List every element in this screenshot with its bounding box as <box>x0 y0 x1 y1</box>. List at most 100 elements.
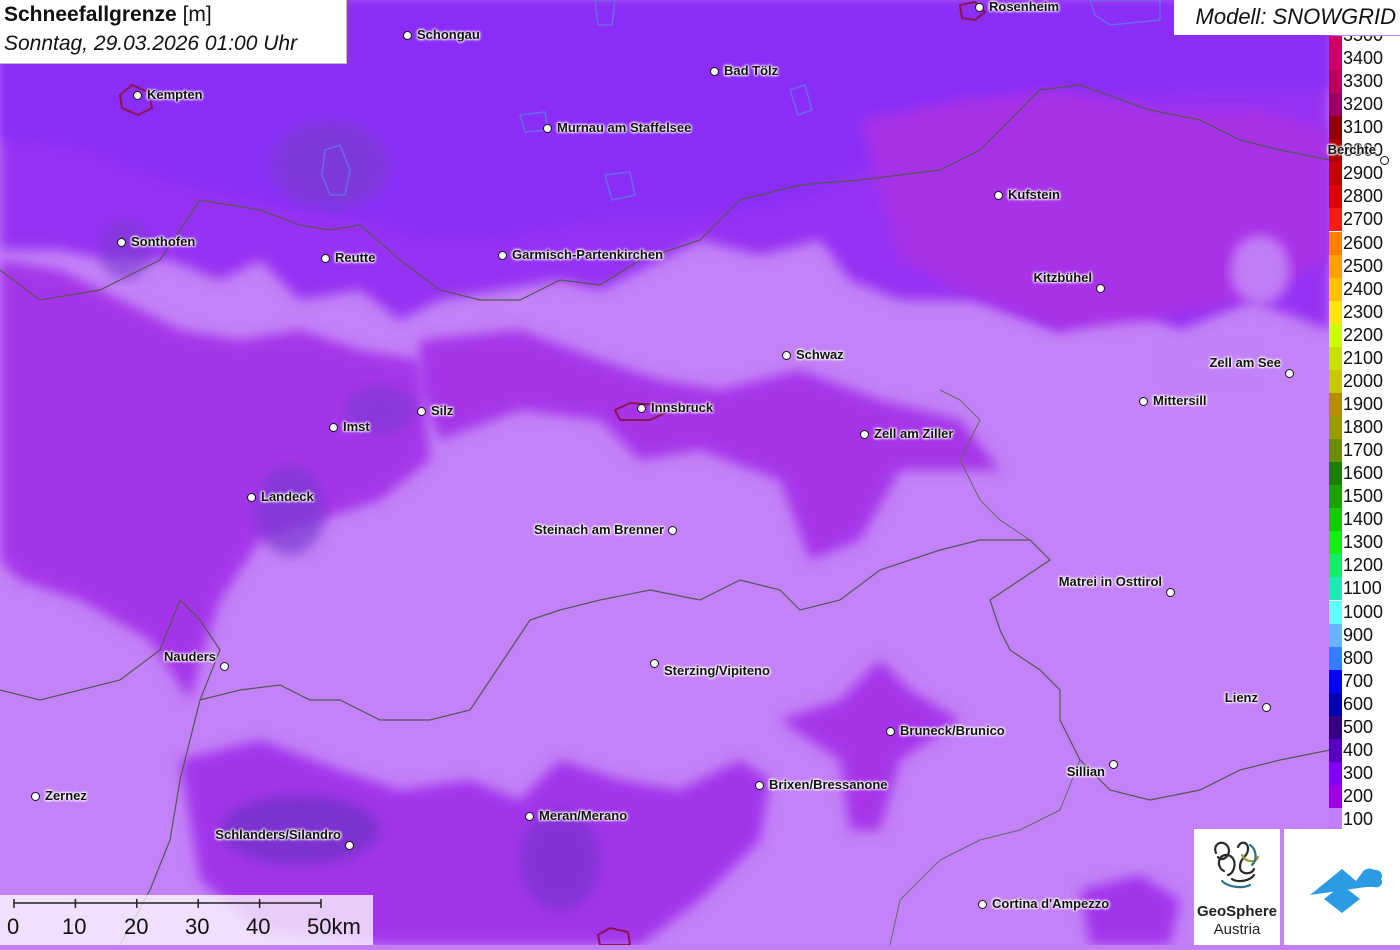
city-marker-cortina-d-ampezzo[interactable] <box>978 900 987 909</box>
city-marker-lienz[interactable] <box>1262 703 1271 712</box>
snowgrid-logo[interactable] <box>1284 829 1400 945</box>
city-marker-schongau[interactable] <box>403 31 412 40</box>
legend-label: 1800 <box>1343 417 1384 438</box>
city-marker-rosenheim[interactable] <box>975 3 984 12</box>
model-label: Modell: SNOWGRID <box>1195 4 1396 29</box>
city-marker-kitzb-hel[interactable] <box>1096 284 1105 293</box>
legend-row-2300: 2300 <box>1329 300 1400 324</box>
city-marker-silz[interactable] <box>417 407 426 416</box>
city-label-kitzb-hel: Kitzbühel <box>1033 270 1093 285</box>
dark-patch-ammer <box>270 120 390 210</box>
city-marker-meran-merano[interactable] <box>525 812 534 821</box>
legend-row-1000: 1000 <box>1329 600 1400 624</box>
legend-row-500: 500 <box>1329 715 1400 739</box>
city-marker-innsbruck[interactable] <box>637 404 646 413</box>
legend-row-1700: 1700 <box>1329 439 1400 463</box>
city-label-matrei-in-osttirol: Matrei in Osttirol <box>1058 574 1162 589</box>
legend-label: 1200 <box>1343 555 1384 576</box>
geosphere-country: Austria <box>1213 921 1261 938</box>
city-marker-kufstein[interactable] <box>994 191 1003 200</box>
legend-label: 3400 <box>1343 48 1384 69</box>
legend-swatch <box>1329 692 1342 716</box>
legend-label: 1100 <box>1343 578 1382 599</box>
legend-swatch <box>1329 808 1342 831</box>
map-title: Schneefallgrenze [m] <box>4 3 212 27</box>
geosphere-swirl-icon <box>1214 841 1260 889</box>
legend-label: 400 <box>1343 739 1374 760</box>
legend-swatch <box>1329 369 1342 393</box>
city-label-cortina-d-ampezzo: Cortina d'Ampezzo <box>992 896 1110 911</box>
city-label-silz: Silz <box>431 403 454 418</box>
legend-label: 1000 <box>1343 601 1384 622</box>
legend-label: 600 <box>1343 693 1374 714</box>
city-label-nauders: Nauders <box>163 649 216 664</box>
model-label-box: Modell: SNOWGRID <box>1174 0 1400 35</box>
city-marker-sillian[interactable] <box>1109 760 1118 769</box>
city-marker-murnau-am-staffelsee[interactable] <box>543 124 552 133</box>
snowfall-limit-map[interactable] <box>0 0 1400 945</box>
city-marker-reutte[interactable] <box>321 254 330 263</box>
city-marker-matrei-in-osttirol[interactable] <box>1166 588 1175 597</box>
city-label-rosenheim: Rosenheim <box>989 0 1060 14</box>
legend-row-1800: 1800 <box>1329 416 1400 440</box>
legend-swatch <box>1329 47 1342 71</box>
title-text: Schneefallgrenze <box>4 3 177 26</box>
legend-label: 1300 <box>1343 532 1384 553</box>
city-label-kufstein: Kufstein <box>1008 187 1060 202</box>
city-marker-zell-am-ziller[interactable] <box>860 430 869 439</box>
legend-swatch <box>1329 715 1342 739</box>
city-marker-steinach-am-brenner[interactable] <box>668 526 677 535</box>
legend-label: 2200 <box>1343 324 1384 345</box>
city-label-schongau: Schongau <box>417 27 480 42</box>
legend-row-3200: 3200 <box>1329 93 1400 117</box>
geosphere-logo[interactable]: GeoSphere Austria <box>1194 829 1280 945</box>
dark-patch-meran <box>520 810 600 910</box>
city-label-steinach-am-brenner: Steinach am Brenner <box>533 522 664 537</box>
scale-tick-10: 10 <box>62 914 87 939</box>
legend-row-400: 400 <box>1329 738 1400 762</box>
legend-row-1100: 1100 <box>1329 577 1400 601</box>
legend-row-2700: 2700 <box>1329 208 1400 232</box>
legend-label: 1600 <box>1343 463 1384 484</box>
legend-label: 2800 <box>1343 186 1384 207</box>
legend-swatch <box>1329 485 1342 509</box>
city-marker-sonthofen[interactable] <box>117 238 126 247</box>
city-marker-garmisch-partenkirchen[interactable] <box>498 251 507 260</box>
dark-patch-sonthofen <box>100 220 150 280</box>
city-marker-landeck[interactable] <box>247 493 256 502</box>
city-label-innsbruck: Innsbruck <box>651 400 714 415</box>
city-label-zell-am-see: Zell am See <box>1209 355 1281 370</box>
legend-swatch <box>1329 761 1342 785</box>
city-marker-brixen-bressanone[interactable] <box>755 781 764 790</box>
city-label-sterzing-vipiteno: Sterzing/Vipiteno <box>664 663 770 678</box>
city-marker-mittersill[interactable] <box>1139 397 1148 406</box>
city-marker-schlanders-silandro[interactable] <box>345 841 354 850</box>
legend-row-3300: 3300 <box>1329 70 1400 94</box>
legend-label: 3200 <box>1343 94 1384 115</box>
city-marker-zell-am-see[interactable] <box>1285 369 1294 378</box>
legend-label: 2900 <box>1343 163 1384 184</box>
city-marker-kempten[interactable] <box>133 91 142 100</box>
city-marker-bad-t-lz[interactable] <box>710 67 719 76</box>
snow-cloud-icon <box>1310 868 1383 913</box>
city-marker-zernez[interactable] <box>31 792 40 801</box>
legend-swatch <box>1329 116 1342 140</box>
legend-label: 2700 <box>1343 209 1384 230</box>
legend-row-3500: 3500 <box>1329 36 1400 47</box>
legend-row-800: 800 <box>1329 646 1400 670</box>
scale-bar: 0 10 20 30 40 50km <box>0 895 373 945</box>
city-marker-imst[interactable] <box>329 423 338 432</box>
city-marker-schwaz[interactable] <box>782 351 791 360</box>
city-marker-berchte[interactable] <box>1380 156 1389 165</box>
legend-row-700: 700 <box>1329 669 1400 693</box>
city-marker-bruneck-brunico[interactable] <box>886 727 895 736</box>
city-label-kempten: Kempten <box>147 87 203 102</box>
legend-row-3400: 3400 <box>1329 47 1400 71</box>
city-marker-sterzing-vipiteno[interactable] <box>650 659 659 668</box>
city-label-zernez: Zernez <box>45 788 87 803</box>
legend-label: 1700 <box>1343 440 1384 461</box>
legend-swatch <box>1329 185 1342 209</box>
scale-tick-50km: 50km <box>307 914 361 939</box>
city-marker-nauders[interactable] <box>220 662 229 671</box>
legend-row-2400: 2400 <box>1329 277 1400 301</box>
